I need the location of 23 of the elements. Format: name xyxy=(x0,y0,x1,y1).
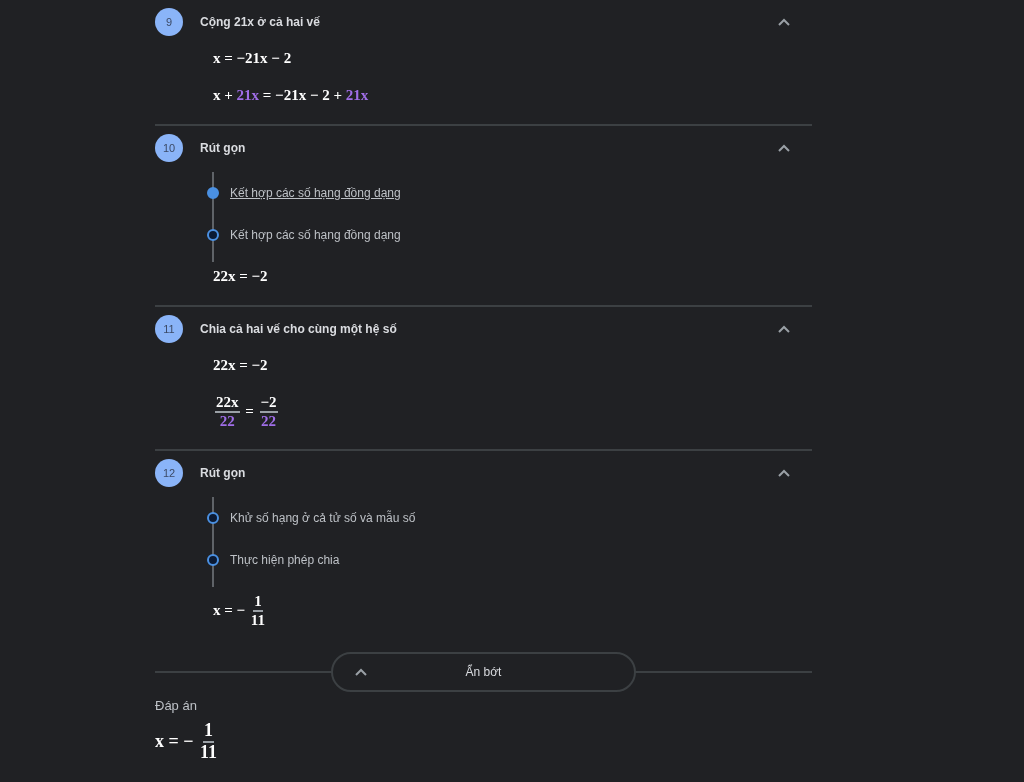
step-title: Rút gọn xyxy=(200,466,247,480)
caret-icon xyxy=(355,668,367,676)
collapse-button[interactable]: Ẩn bớt xyxy=(331,652,636,692)
equation: x + 21x = −21x − 2 + 21x xyxy=(213,87,369,104)
substep-link[interactable]: Kết hợp các số hạng đồng dạng xyxy=(230,186,401,200)
collapse-chevron-icon[interactable] xyxy=(778,18,790,26)
substep-link[interactable]: Thực hiện phép chia xyxy=(230,553,340,567)
equation: x = −21x − 2 xyxy=(213,50,292,67)
equation: 22x = −2 xyxy=(213,357,268,374)
step-number: 12 xyxy=(155,459,183,487)
collapse-chevron-icon[interactable] xyxy=(778,325,790,333)
collapse-chevron-icon[interactable] xyxy=(778,469,790,477)
step-title: Chia cả hai vế cho cùng một hệ số xyxy=(200,322,398,336)
substep-link[interactable]: Khử số hạng ở cả tử số và mẫu số xyxy=(230,511,416,525)
step-number: 11 xyxy=(155,315,183,343)
step-number: 9 xyxy=(155,8,183,36)
step-title: Cộng 21x ở cả hai vế xyxy=(200,15,321,29)
collapse-chevron-icon[interactable] xyxy=(778,144,790,152)
equation: 22x = −2 xyxy=(213,268,268,285)
step-title: Rút gọn xyxy=(200,141,247,155)
step-number: 10 xyxy=(155,134,183,162)
answer-label: Đáp án xyxy=(155,698,198,713)
substep-link[interactable]: Kết hợp các số hạng đồng dạng xyxy=(230,228,401,242)
